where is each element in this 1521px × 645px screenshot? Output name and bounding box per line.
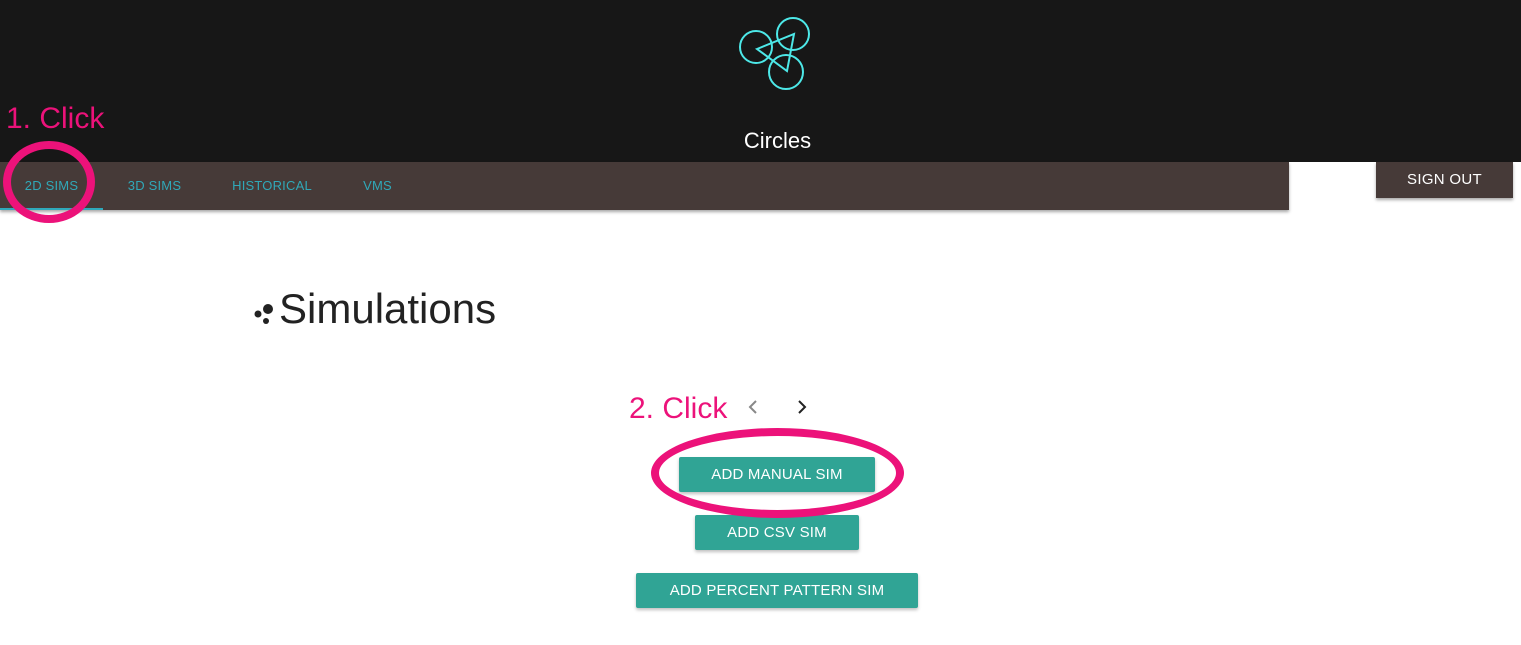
active-tab-indicator [0, 208, 103, 210]
annotation-step-2: 2. Click [629, 392, 728, 425]
tab-historical[interactable]: HISTORICAL [214, 162, 330, 210]
app-header: Circles [0, 0, 1521, 162]
page: Circles 2D SIMS 3D SIMS HISTORICAL VMS S… [0, 0, 1521, 645]
app-title: Circles [743, 128, 812, 153]
tab-2d-sims[interactable]: 2D SIMS [0, 162, 103, 210]
chevron-right-icon[interactable] [790, 395, 814, 419]
add-percent-pattern-sim-button[interactable]: ADD PERCENT PATTERN SIM [636, 573, 918, 608]
circles-logo-icon[interactable] [736, 14, 814, 94]
chevron-left-icon[interactable] [741, 395, 765, 419]
tab-vms[interactable]: VMS [344, 162, 411, 210]
page-title: Simulations [279, 285, 497, 332]
dots-icon [254, 304, 273, 324]
add-csv-sim-button[interactable]: ADD CSV SIM [695, 515, 859, 550]
tab-bar: 2D SIMS 3D SIMS HISTORICAL VMS [0, 162, 1289, 210]
annotation-step-1: 1. Click [6, 102, 105, 135]
sign-out-button[interactable]: SIGN OUT [1376, 162, 1513, 198]
tab-3d-sims[interactable]: 3D SIMS [108, 162, 201, 210]
add-manual-sim-button[interactable]: ADD MANUAL SIM [679, 457, 875, 492]
